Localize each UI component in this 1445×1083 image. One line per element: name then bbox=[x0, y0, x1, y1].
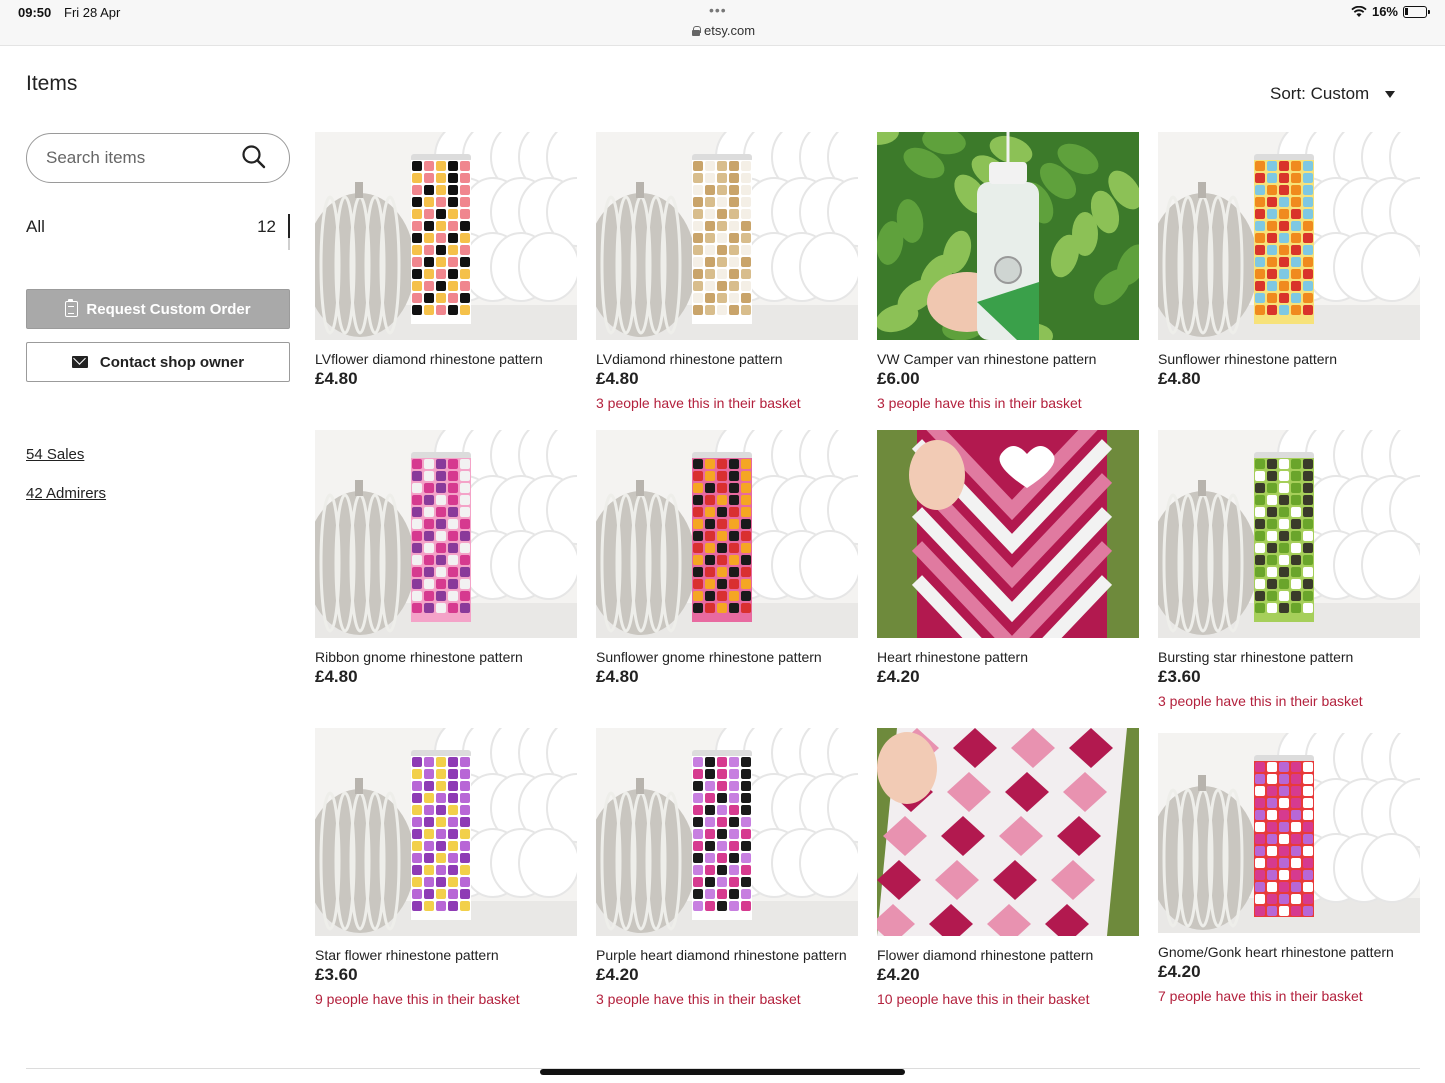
product-image[interactable] bbox=[1158, 733, 1420, 933]
product-price: £4.80 bbox=[596, 369, 639, 388]
battery-percent: 16% bbox=[1371, 4, 1398, 19]
product-image[interactable] bbox=[877, 728, 1139, 936]
sort-label: Sort: Custom bbox=[1270, 84, 1370, 103]
product-card[interactable]: Sunflower rhinestone pattern £4.80 bbox=[1158, 132, 1420, 394]
product-card[interactable]: VW Camper van rhinestone pattern £6.00 3… bbox=[877, 132, 1139, 412]
product-photo bbox=[315, 430, 577, 638]
section-all-label: All bbox=[26, 217, 45, 236]
search-input[interactable] bbox=[46, 146, 246, 170]
battery-icon bbox=[1403, 5, 1430, 18]
product-photo bbox=[1158, 132, 1420, 340]
product-image[interactable] bbox=[1158, 430, 1420, 638]
status-date: Fri 28 Apr bbox=[64, 5, 121, 20]
product-image[interactable] bbox=[315, 132, 577, 340]
product-title[interactable]: LVflower diamond rhinestone pattern bbox=[315, 350, 577, 368]
product-image[interactable] bbox=[315, 728, 577, 936]
basket-count: 3 people have this in their basket bbox=[596, 395, 801, 411]
product-title[interactable]: Bursting star rhinestone pattern bbox=[1158, 648, 1420, 666]
product-title[interactable]: Star flower rhinestone pattern bbox=[315, 946, 577, 964]
basket-count: 3 people have this in their basket bbox=[1158, 693, 1363, 709]
product-price: £3.60 bbox=[1158, 667, 1201, 686]
envelope-icon bbox=[71, 356, 88, 368]
product-price: £4.20 bbox=[877, 965, 920, 984]
product-card[interactable]: Star flower rhinestone pattern £3.60 9 p… bbox=[315, 728, 577, 1008]
product-price: £4.20 bbox=[1158, 962, 1201, 981]
admirers-link[interactable]: 42 Admirers bbox=[26, 485, 106, 502]
product-price: £4.80 bbox=[315, 667, 358, 686]
address-bar[interactable]: etsy.com bbox=[692, 23, 755, 38]
product-image[interactable] bbox=[1158, 132, 1420, 340]
product-title[interactable]: Purple heart diamond rhinestone pattern bbox=[596, 946, 858, 964]
status-indicators: 16% bbox=[1351, 4, 1430, 19]
product-title[interactable]: Sunflower gnome rhinestone pattern bbox=[596, 648, 858, 666]
clipboard-icon bbox=[65, 299, 79, 317]
product-price: £4.80 bbox=[315, 369, 358, 388]
basket-count: 7 people have this in their basket bbox=[1158, 988, 1363, 1004]
product-title[interactable]: Flower diamond rhinestone pattern bbox=[877, 946, 1139, 964]
product-card[interactable]: LVflower diamond rhinestone pattern £4.8… bbox=[315, 132, 577, 394]
sort-dropdown[interactable]: Sort: Custom bbox=[1270, 84, 1396, 104]
basket-count: 9 people have this in their basket bbox=[315, 991, 520, 1007]
product-photo bbox=[877, 430, 1139, 638]
product-card[interactable]: LVdiamond rhinestone pattern £4.80 3 peo… bbox=[596, 132, 858, 412]
product-price: £4.20 bbox=[877, 667, 920, 686]
basket-count: 3 people have this in their basket bbox=[877, 395, 1082, 411]
product-image[interactable] bbox=[596, 132, 858, 340]
wifi-icon bbox=[1351, 5, 1367, 17]
product-image[interactable] bbox=[596, 430, 858, 638]
product-title[interactable]: VW Camper van rhinestone pattern bbox=[877, 350, 1139, 368]
home-indicator[interactable] bbox=[540, 1069, 905, 1075]
caret-down-icon bbox=[1385, 90, 1396, 98]
product-image[interactable] bbox=[596, 728, 858, 936]
browser-menu-dots-icon[interactable]: ••• bbox=[709, 2, 727, 18]
product-photo bbox=[877, 132, 1139, 340]
product-photo bbox=[596, 132, 858, 340]
product-card[interactable]: Sunflower gnome rhinestone pattern £4.80 bbox=[596, 430, 858, 692]
product-card[interactable]: Gnome/Gonk heart rhinestone pattern £4.2… bbox=[1158, 733, 1420, 1005]
product-image[interactable] bbox=[877, 430, 1139, 638]
page-title: Items bbox=[26, 72, 78, 95]
request-custom-order-button[interactable]: Request Custom Order bbox=[26, 289, 290, 329]
basket-count: 3 people have this in their basket bbox=[596, 991, 801, 1007]
product-photo bbox=[1158, 430, 1420, 638]
section-all-count: 12 bbox=[257, 217, 276, 236]
product-title[interactable]: LVdiamond rhinestone pattern bbox=[596, 350, 858, 368]
product-price: £4.80 bbox=[596, 667, 639, 686]
contact-shop-owner-label: Contact shop owner bbox=[99, 353, 245, 371]
product-card[interactable]: Ribbon gnome rhinestone pattern £4.80 bbox=[315, 430, 577, 692]
product-title[interactable]: Gnome/Gonk heart rhinestone pattern bbox=[1158, 943, 1420, 961]
product-photo bbox=[877, 728, 1139, 936]
product-card[interactable]: Purple heart diamond rhinestone pattern … bbox=[596, 728, 858, 1008]
product-price: £3.60 bbox=[315, 965, 358, 984]
product-card[interactable]: Heart rhinestone pattern £4.20 bbox=[877, 430, 1139, 692]
product-title[interactable]: Sunflower rhinestone pattern bbox=[1158, 350, 1420, 368]
section-filter-all[interactable]: All 12 bbox=[26, 214, 290, 250]
section-scroll-indicator bbox=[288, 214, 290, 250]
address-url: etsy.com bbox=[704, 23, 756, 38]
product-title[interactable]: Heart rhinestone pattern bbox=[877, 648, 1139, 666]
status-bar: 09:50 Fri 28 Apr ••• etsy.com 16% bbox=[0, 0, 1445, 46]
sales-link[interactable]: 54 Sales bbox=[26, 446, 84, 463]
contact-shop-owner-button[interactable]: Contact shop owner bbox=[26, 342, 290, 382]
product-card[interactable]: Flower diamond rhinestone pattern £4.20 … bbox=[877, 728, 1139, 1008]
status-time: 09:50 bbox=[18, 5, 52, 20]
request-custom-order-label: Request Custom Order bbox=[86, 300, 251, 318]
product-photo bbox=[1158, 733, 1420, 933]
product-card[interactable]: Bursting star rhinestone pattern £3.60 3… bbox=[1158, 430, 1420, 710]
product-title[interactable]: Ribbon gnome rhinestone pattern bbox=[315, 648, 577, 666]
product-price: £6.00 bbox=[877, 369, 920, 388]
search-icon[interactable] bbox=[241, 144, 267, 170]
product-price: £4.80 bbox=[1158, 369, 1201, 388]
product-image[interactable] bbox=[315, 430, 577, 638]
product-image[interactable] bbox=[877, 132, 1139, 340]
product-photo bbox=[596, 728, 858, 936]
lock-icon bbox=[692, 25, 701, 36]
product-price: £4.20 bbox=[596, 965, 639, 984]
product-photo bbox=[315, 132, 577, 340]
basket-count: 10 people have this in their basket bbox=[877, 991, 1090, 1007]
product-photo bbox=[596, 430, 858, 638]
product-photo bbox=[315, 728, 577, 936]
